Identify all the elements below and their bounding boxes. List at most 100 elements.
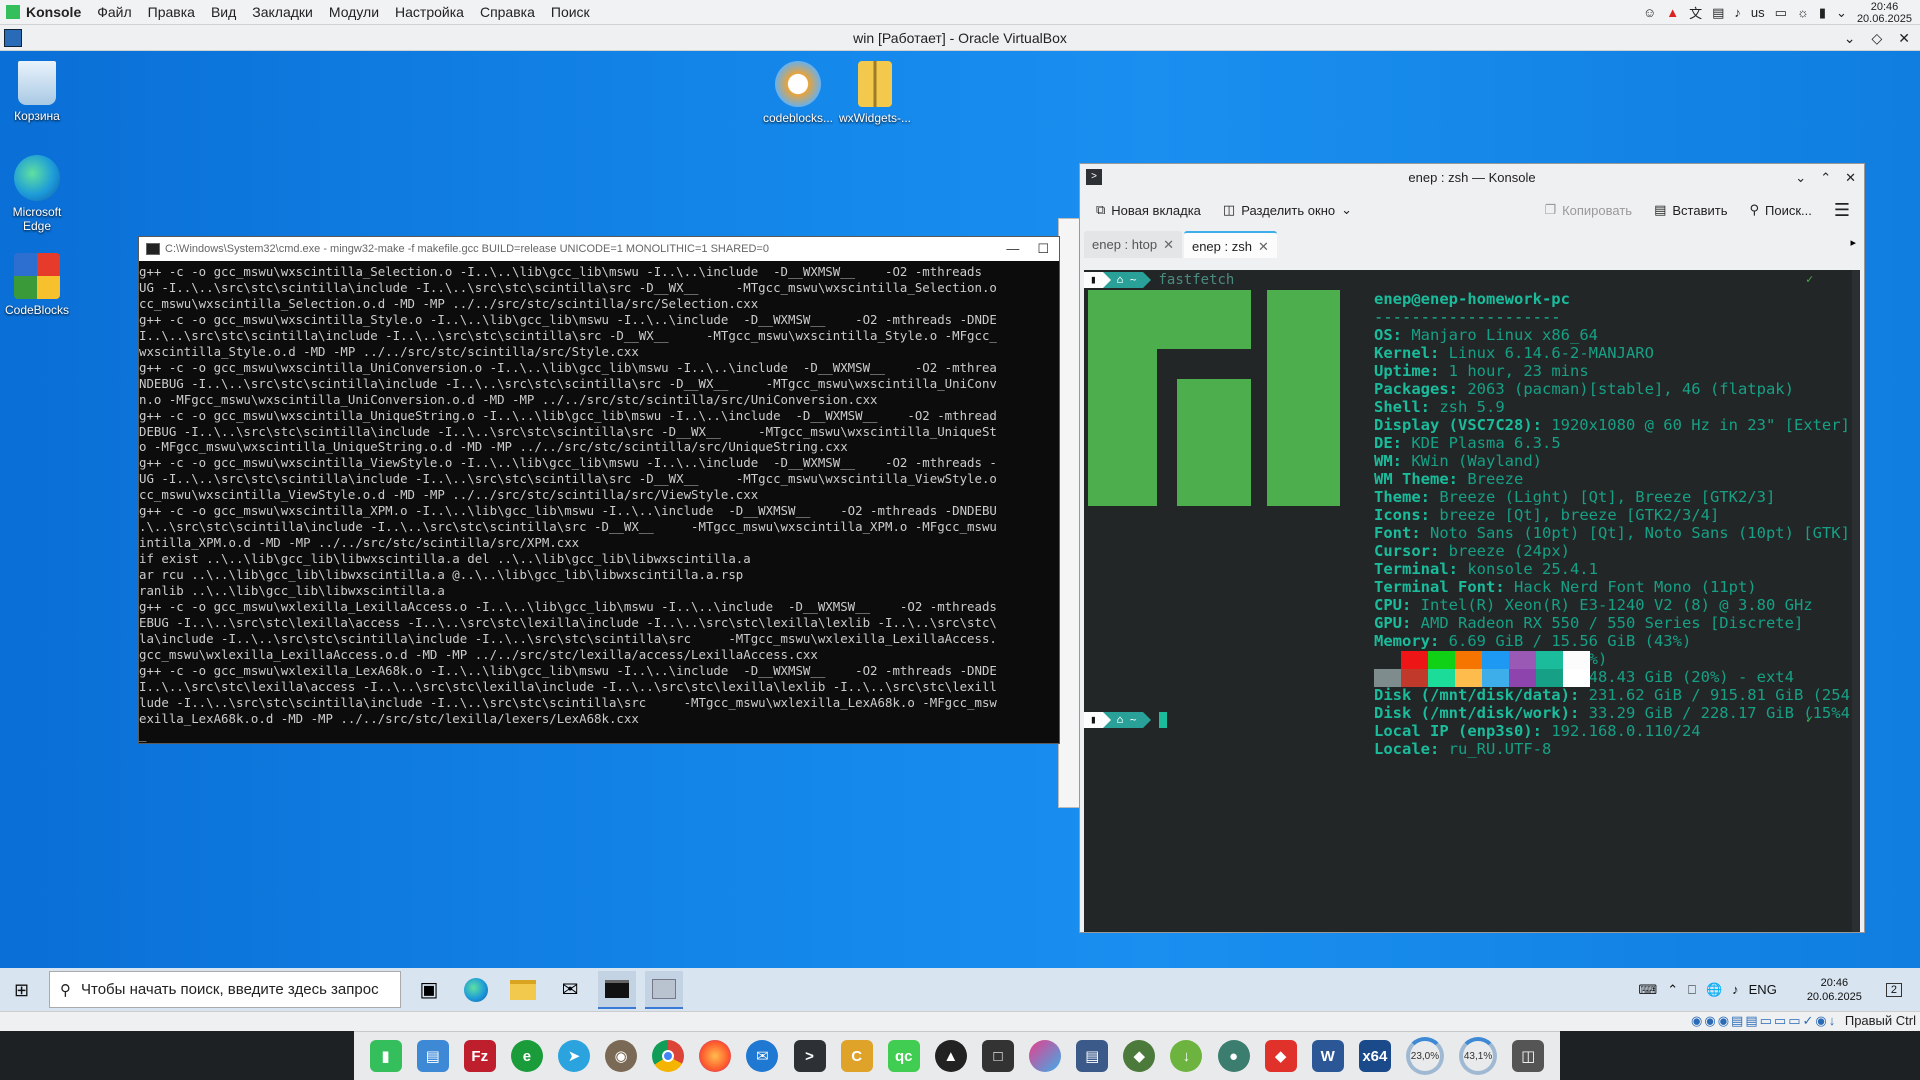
chevron-down-icon: ⌄ xyxy=(1341,202,1353,217)
virtualbox-dock-icon[interactable]: x64 xyxy=(1358,1040,1391,1072)
cmd-window[interactable]: C:\Windows\System32\cmd.exe - mingw32-ma… xyxy=(138,236,1060,744)
vm-status-icons: ◉◉◉▤▤▭▭▭✓◉↓ xyxy=(1691,1013,1838,1028)
maximize-button[interactable]: ☐ xyxy=(1037,237,1049,261)
inkscape-icon[interactable]: ▲ xyxy=(934,1040,967,1072)
desktop-icon-recycle-bin[interactable]: Корзина xyxy=(0,61,76,123)
explorer-taskbar-icon[interactable] xyxy=(504,971,542,1009)
maximize-button[interactable]: ◇ xyxy=(1871,25,1882,51)
word-icon[interactable]: W xyxy=(1311,1040,1344,1072)
filezilla-icon[interactable]: Fz xyxy=(463,1040,496,1072)
memory-gauge[interactable]: 43,1% xyxy=(1459,1037,1498,1075)
fastfetch-value: Linux 6.14.6-2-MANJARO xyxy=(1448,344,1654,362)
battery-icon[interactable]: ▮ xyxy=(1819,5,1826,21)
translate-icon[interactable]: 文 xyxy=(1689,3,1702,22)
chevron-down-icon[interactable]: ⌄ xyxy=(1836,5,1847,21)
minimize-button[interactable]: ⌄ xyxy=(1844,25,1856,51)
document-icon[interactable]: □ xyxy=(981,1040,1014,1072)
clipboard-icon[interactable]: ▤ xyxy=(1712,5,1724,21)
terminal-scrollbar[interactable] xyxy=(1852,270,1860,932)
notifications-icon[interactable]: 2 xyxy=(1885,982,1902,997)
language-indicator[interactable]: ENG xyxy=(1749,982,1777,997)
brightness-icon[interactable]: ☼ xyxy=(1797,5,1809,20)
cmd-titlebar[interactable]: C:\Windows\System32\cmd.exe - mingw32-ma… xyxy=(139,237,1059,261)
clock[interactable]: 20:46 20.06.2025 xyxy=(1857,1,1912,25)
user-icon[interactable]: ☺ xyxy=(1643,5,1656,20)
tab-zsh[interactable]: enep : zsh ✕ xyxy=(1183,231,1277,258)
fastfetch-line: Terminal: konsole 25.4.1 xyxy=(1374,560,1850,578)
krita-icon[interactable] xyxy=(1029,1040,1062,1072)
desktop-icon-codeblocks-setup[interactable]: codeblocks... xyxy=(759,61,837,125)
desktop-icon-codeblocks[interactable]: CodeBlocks xyxy=(0,253,76,317)
fastfetch-value: 1920x1080 @ 60 Hz in 23" [Exter] xyxy=(1551,416,1850,434)
maximize-button[interactable]: ⌃ xyxy=(1820,164,1831,192)
desktop-icon-edge[interactable]: Microsoft Edge xyxy=(0,155,76,233)
keyboard-icon[interactable]: ⌨ xyxy=(1638,982,1657,998)
task-view-icon[interactable]: ▣ xyxy=(410,971,448,1009)
edge-taskbar-icon[interactable] xyxy=(457,971,495,1009)
terminal-view[interactable]: ▮ ⌂ ~ fastfetch ✓ enep@enep-homework-pc -… xyxy=(1084,270,1860,932)
windows-start-icon[interactable]: ⊞ xyxy=(14,980,29,1001)
download-icon[interactable]: ↓ xyxy=(1170,1040,1203,1072)
fastfetch-line: OS: Manjaro Linux x86_64 xyxy=(1374,326,1850,344)
telegram-icon[interactable]: ➤ xyxy=(557,1040,590,1072)
taskbar-search-box[interactable]: ⚲ Чтобы начать поиск, введите здесь запр… xyxy=(49,971,401,1008)
setup-taskbar-icon[interactable] xyxy=(645,970,683,1009)
tab-htop[interactable]: enep : htop ✕ xyxy=(1084,231,1182,258)
close-button[interactable]: ✕ xyxy=(1898,25,1910,51)
gimp-icon[interactable]: ◉ xyxy=(605,1040,638,1072)
tab-list-icon[interactable]: ▸ xyxy=(1850,236,1856,249)
menu-help[interactable]: Справка xyxy=(472,4,543,20)
taskbar-clock[interactable]: 20:46 20.06.2025 xyxy=(1807,976,1862,1004)
network-icon[interactable]: 🌐 xyxy=(1706,982,1722,998)
archive-icon[interactable]: ▤ xyxy=(1076,1040,1109,1072)
find-button[interactable]: ⚲ Поиск... xyxy=(1749,202,1811,218)
qtcreator-icon[interactable]: qc xyxy=(887,1040,920,1072)
cmd-taskbar-icon[interactable] xyxy=(598,970,636,1009)
close-button[interactable]: ✕ xyxy=(1845,164,1856,192)
split-view-button[interactable]: ◫ Разделить окно ⌄ xyxy=(1223,202,1352,218)
codeblocks-dock-icon[interactable]: C xyxy=(840,1040,873,1072)
manjaro-launcher-icon[interactable]: ▮ xyxy=(369,1040,402,1072)
fastfetch-line: DE: KDE Plasma 6.3.5 xyxy=(1374,434,1850,452)
inkscape-green-icon[interactable]: ◆ xyxy=(1123,1040,1156,1072)
copy-button[interactable]: ❐ Копировать xyxy=(1544,202,1632,218)
minimize-button[interactable]: ⌄ xyxy=(1795,164,1806,192)
firefox-icon[interactable] xyxy=(699,1040,732,1072)
paste-button[interactable]: ▤ Вставить xyxy=(1654,202,1727,218)
cpu-gauge[interactable]: 23,0% xyxy=(1405,1037,1444,1075)
chevron-up-icon[interactable]: ⌃ xyxy=(1667,982,1678,998)
close-tab-icon[interactable]: ✕ xyxy=(1258,239,1269,254)
menu-file[interactable]: Файл xyxy=(89,4,139,20)
new-tab-button[interactable]: ⧉ Новая вкладка xyxy=(1096,202,1201,218)
volume-icon[interactable]: ♪ xyxy=(1732,982,1739,997)
konsole-titlebar[interactable]: > enep : zsh — Konsole ⌄ ⌃ ✕ xyxy=(1080,164,1864,192)
desktop-icon-wxwidgets[interactable]: wxWidgets-... xyxy=(836,61,914,125)
menu-bookmarks[interactable]: Закладки xyxy=(244,4,321,20)
konsole-window[interactable]: > enep : zsh — Konsole ⌄ ⌃ ✕ ⧉ Новая вкладк… xyxy=(1079,163,1865,933)
browser-green-icon[interactable]: e xyxy=(510,1040,543,1072)
close-tab-icon[interactable]: ✕ xyxy=(1163,237,1174,252)
hamburger-menu-button[interactable]: ☰ xyxy=(1834,200,1850,221)
konsole-dock-icon[interactable]: > xyxy=(793,1040,826,1072)
keepass-icon[interactable]: ● xyxy=(1217,1040,1250,1072)
installer-icon xyxy=(775,61,821,107)
menu-view[interactable]: Вид xyxy=(203,4,244,20)
trash-icon[interactable]: ◫ xyxy=(1512,1040,1545,1072)
keyboard-layout[interactable]: us xyxy=(1751,5,1765,20)
menu-plugins[interactable]: Модули xyxy=(321,4,387,20)
shield-icon[interactable]: ▲ xyxy=(1666,5,1679,20)
anydesk-icon[interactable]: ◆ xyxy=(1264,1040,1297,1072)
fastfetch-value: 192.168.0.110/24 xyxy=(1551,722,1701,740)
menu-settings[interactable]: Настройка xyxy=(387,4,472,20)
menu-search[interactable]: Поиск xyxy=(543,4,598,20)
minimize-button[interactable]: — xyxy=(1006,237,1019,261)
display-icon[interactable]: ▭ xyxy=(1775,5,1787,21)
chrome-icon[interactable] xyxy=(652,1040,685,1072)
usb-icon[interactable]: ⎕ xyxy=(1688,982,1696,998)
menu-edit[interactable]: Правка xyxy=(140,4,203,20)
volume-icon[interactable]: ♪ xyxy=(1734,5,1741,20)
thunderbird-icon[interactable]: ✉ xyxy=(746,1040,779,1072)
fastfetch-value: 2063 (pacman)[stable], 46 (flatpak) xyxy=(1467,380,1794,398)
file-manager-icon[interactable]: ▤ xyxy=(416,1040,449,1072)
mail-taskbar-icon[interactable]: ✉ xyxy=(551,971,589,1009)
